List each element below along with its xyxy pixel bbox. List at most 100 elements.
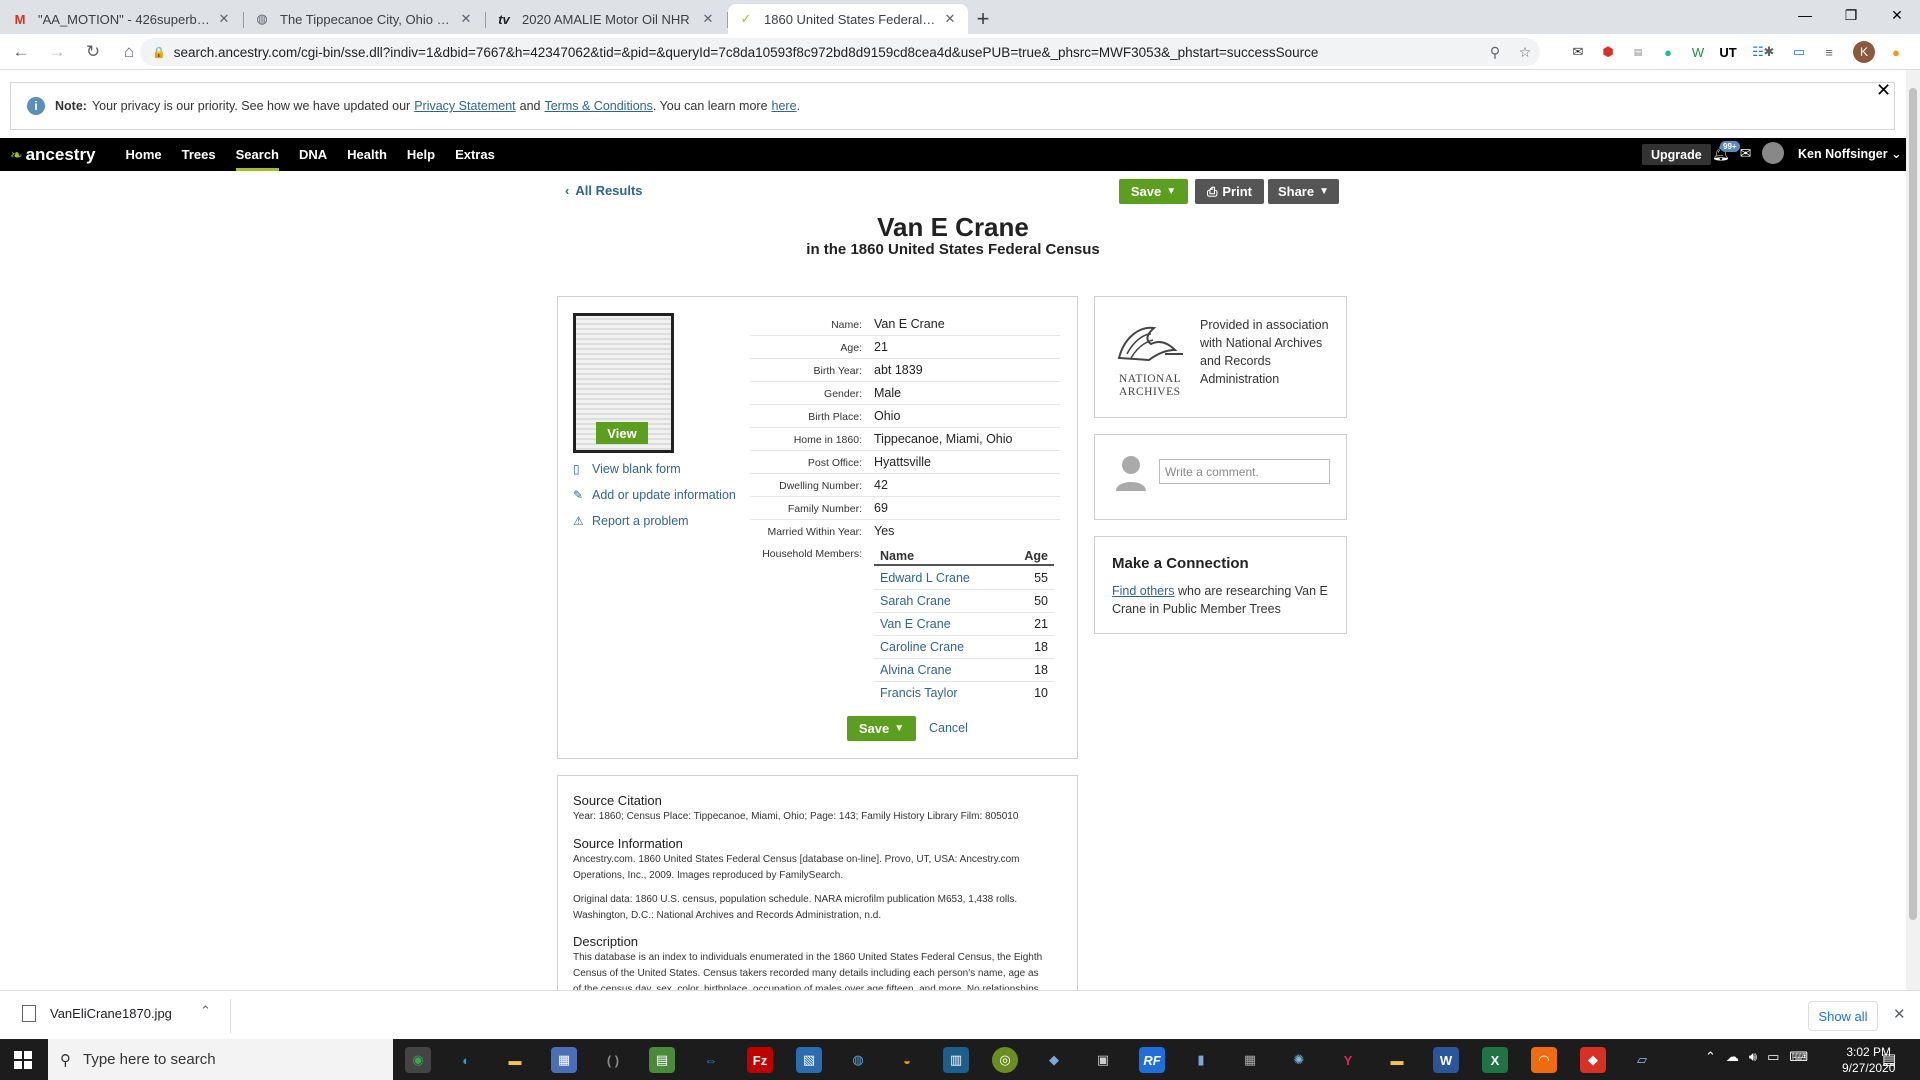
network-icon[interactable]: ▭ — [1767, 1049, 1779, 1065]
nav-dna[interactable]: DNA — [299, 138, 327, 171]
app-icon[interactable]: ◆ — [1041, 1047, 1067, 1073]
app-icon[interactable]: ▱ — [1629, 1047, 1655, 1073]
app-icon[interactable]: ▮ — [1188, 1047, 1214, 1073]
edge-icon[interactable]: ◐ — [453, 1047, 479, 1073]
member-link[interactable]: Van E Crane — [880, 617, 951, 631]
save-button[interactable]: Save ▼ — [1119, 179, 1188, 204]
report-problem-link[interactable]: ⚠ Report a problem — [573, 514, 689, 528]
page-scrollbar[interactable] — [1906, 70, 1920, 990]
terms-link[interactable]: Terms & Conditions — [544, 99, 652, 113]
reload-icon[interactable]: ↻ — [78, 37, 108, 67]
view-blank-form-link[interactable]: ▯ View blank form — [573, 462, 681, 476]
messages-icon[interactable]: ✉ — [1740, 145, 1752, 162]
extension-icon[interactable]: ▤ — [1626, 38, 1650, 66]
browser-tab-tippecanoe[interactable]: ◍ The Tippecanoe City, Ohio "iron ✕ — [244, 4, 486, 34]
keyboard-icon[interactable]: ⌨ — [1789, 1049, 1808, 1065]
chevron-up-icon[interactable]: ⌃ — [200, 1003, 211, 1019]
restore-icon[interactable]: ❐ — [1828, 0, 1874, 30]
ancestry-logo[interactable]: ❧ ancestry — [10, 145, 96, 165]
app-icon[interactable]: ▥ — [943, 1047, 969, 1073]
nav-help[interactable]: Help — [407, 138, 435, 171]
share-button[interactable]: Share ▼ — [1268, 179, 1339, 204]
user-menu[interactable]: Ken Noffsinger ⌄ — [1798, 146, 1902, 161]
close-icon[interactable]: ✕ — [700, 11, 716, 27]
browser-tab-nhra[interactable]: tv 2020 AMALIE Motor Oil NHR ✕ — [486, 4, 728, 34]
app-icon[interactable]: ◆ — [1580, 1047, 1606, 1073]
chrome-icon[interactable]: ◉ — [405, 1047, 431, 1073]
census-image-thumbnail[interactable]: View — [573, 313, 674, 453]
abp-extension-icon[interactable]: ⬢ — [1596, 38, 1620, 66]
volume-icon[interactable]: 🔊︎ — [1749, 1049, 1757, 1065]
app-icon[interactable]: ◒ — [894, 1047, 920, 1073]
new-tab-button[interactable]: + — [968, 4, 998, 34]
browser-tab-gmail[interactable]: M "AA_MOTION" - 426superbird@g ✕ — [2, 4, 244, 34]
word-icon[interactable]: W — [1433, 1047, 1459, 1073]
url-text[interactable]: search.ancestry.com/cgi-bin/sse.dll?indi… — [174, 45, 1480, 60]
app-icon[interactable]: RF — [1139, 1047, 1165, 1073]
update-icon[interactable]: ● — [1884, 38, 1908, 66]
app-icon[interactable]: Y — [1335, 1047, 1361, 1073]
find-others-link[interactable]: Find others — [1112, 584, 1175, 598]
close-icon[interactable]: ✕ — [942, 11, 958, 27]
close-notice-icon[interactable]: ✕ — [1876, 80, 1891, 101]
comment-input[interactable]: Write a comment. — [1159, 459, 1330, 484]
add-update-info-link[interactable]: ✎ Add or update information — [573, 488, 736, 502]
save-record-button[interactable]: Save ▼ — [847, 716, 916, 741]
close-icon[interactable]: ✕ — [458, 11, 474, 27]
minimize-icon[interactable]: — — [1782, 0, 1828, 30]
mail-extension-icon[interactable]: ✉ — [1566, 38, 1590, 66]
teamviewer-icon[interactable]: ⇔ — [698, 1047, 724, 1073]
cloud-icon[interactable]: ☁ — [1726, 1049, 1739, 1065]
cast-icon[interactable]: ▭ — [1787, 38, 1811, 66]
download-item[interactable]: VanEliCrane1870.jpg — [22, 1005, 172, 1022]
app-icon[interactable]: ▦ — [551, 1047, 577, 1073]
print-button[interactable]: ⎙ Print — [1195, 179, 1264, 204]
lock-icon[interactable]: 🔒 — [152, 46, 166, 59]
learn-more-link[interactable]: here — [772, 99, 797, 113]
user-avatar[interactable] — [1761, 142, 1784, 164]
address-bar[interactable]: 🔒 search.ancestry.com/cgi-bin/sse.dll?in… — [140, 38, 1540, 66]
close-downloads-icon[interactable]: ✕ — [1893, 1005, 1906, 1023]
filezilla-icon[interactable]: Fz — [747, 1047, 773, 1073]
back-arrow-icon[interactable]: ← — [6, 37, 36, 67]
app-icon[interactable]: ▤ — [649, 1047, 675, 1073]
member-link[interactable]: Francis Taylor — [880, 686, 958, 700]
extension-icon[interactable]: UT — [1716, 38, 1740, 66]
cancel-link[interactable]: Cancel — [929, 721, 968, 735]
member-link[interactable]: Alvina Crane — [880, 663, 952, 677]
nav-home[interactable]: Home — [126, 138, 162, 171]
browser-tab-census[interactable]: ✓ 1860 United States Federal Census ✕ — [728, 4, 968, 34]
chevron-up-icon[interactable]: ⌃ — [1705, 1049, 1716, 1065]
upgrade-button[interactable]: Upgrade — [1642, 144, 1711, 165]
nav-search[interactable]: Search — [236, 138, 279, 171]
puzzle-extensions-icon[interactable]: ✱ — [1757, 38, 1781, 66]
close-icon[interactable]: ✕ — [216, 11, 232, 27]
media-icon[interactable]: ≡ — [1817, 38, 1841, 66]
show-all-button[interactable]: Show all — [1808, 1001, 1878, 1031]
member-link[interactable]: Caroline Crane — [880, 640, 964, 654]
app-icon[interactable]: ✺ — [1286, 1047, 1312, 1073]
app-icon[interactable]: ◎ — [992, 1047, 1018, 1073]
app-icon[interactable]: ▦ — [1237, 1047, 1263, 1073]
scrollbar-thumb[interactable] — [1909, 88, 1917, 920]
extension-icon[interactable]: W — [1686, 38, 1710, 66]
all-results-link[interactable]: ‹ All Results — [565, 183, 643, 198]
member-link[interactable]: Sarah Crane — [880, 594, 951, 608]
app-icon[interactable]: ( ) — [600, 1047, 626, 1073]
profile-icon[interactable]: K — [1852, 38, 1876, 66]
app-icon[interactable]: ◠ — [1531, 1047, 1557, 1073]
nav-health[interactable]: Health — [347, 138, 387, 171]
app-icon[interactable]: ▬ — [1384, 1047, 1410, 1073]
notifications-icon[interactable]: ▤ — [1882, 1050, 1896, 1068]
privacy-statement-link[interactable]: Privacy Statement — [414, 99, 515, 113]
grammarly-extension-icon[interactable]: ● — [1656, 38, 1680, 66]
zoom-icon[interactable]: ⚲ — [1480, 44, 1510, 61]
nav-trees[interactable]: Trees — [182, 138, 216, 171]
view-image-button[interactable]: View — [596, 422, 648, 444]
nav-extras[interactable]: Extras — [455, 138, 495, 171]
excel-icon[interactable]: X — [1482, 1047, 1508, 1073]
file-explorer-icon[interactable]: ▬ — [502, 1047, 528, 1073]
app-icon[interactable]: ▧ — [796, 1047, 822, 1073]
bookmark-star-icon[interactable]: ☆ — [1510, 44, 1540, 61]
taskbar-search[interactable]: ⚲ Type here to search — [48, 1039, 393, 1080]
